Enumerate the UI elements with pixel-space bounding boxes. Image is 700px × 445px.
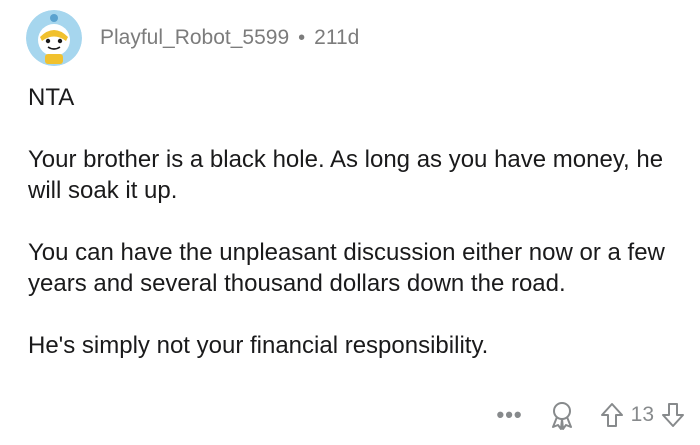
comment-paragraph: NTA [28, 84, 75, 111]
comment-paragraph: He's simply not your financial responsib… [28, 332, 489, 359]
comment-header: Playful_Robot_5599 • 211d [26, 10, 359, 66]
author-name[interactable]: Playful_Robot_5599 [100, 26, 289, 50]
comment-paragraph: Your brother is a black hole. As long as… [28, 146, 664, 204]
upvote-arrow-icon[interactable] [599, 401, 625, 429]
avatar[interactable] [26, 10, 82, 66]
vote-score: 13 [630, 403, 654, 426]
comment-body: NTA Your brother is a black hole. As lon… [28, 82, 678, 361]
downvote-arrow-icon[interactable] [660, 401, 686, 429]
comment-age: 211d [314, 26, 360, 49]
comment-meta: Playful_Robot_5599 • 211d [100, 26, 359, 50]
comment-paragraph: You can have the unpleasant discussion e… [28, 239, 665, 297]
award-icon[interactable] [547, 400, 577, 430]
meta-separator: • [298, 26, 306, 49]
comment-actions: ••• 13 [497, 398, 686, 432]
more-icon[interactable]: ••• [497, 404, 523, 426]
